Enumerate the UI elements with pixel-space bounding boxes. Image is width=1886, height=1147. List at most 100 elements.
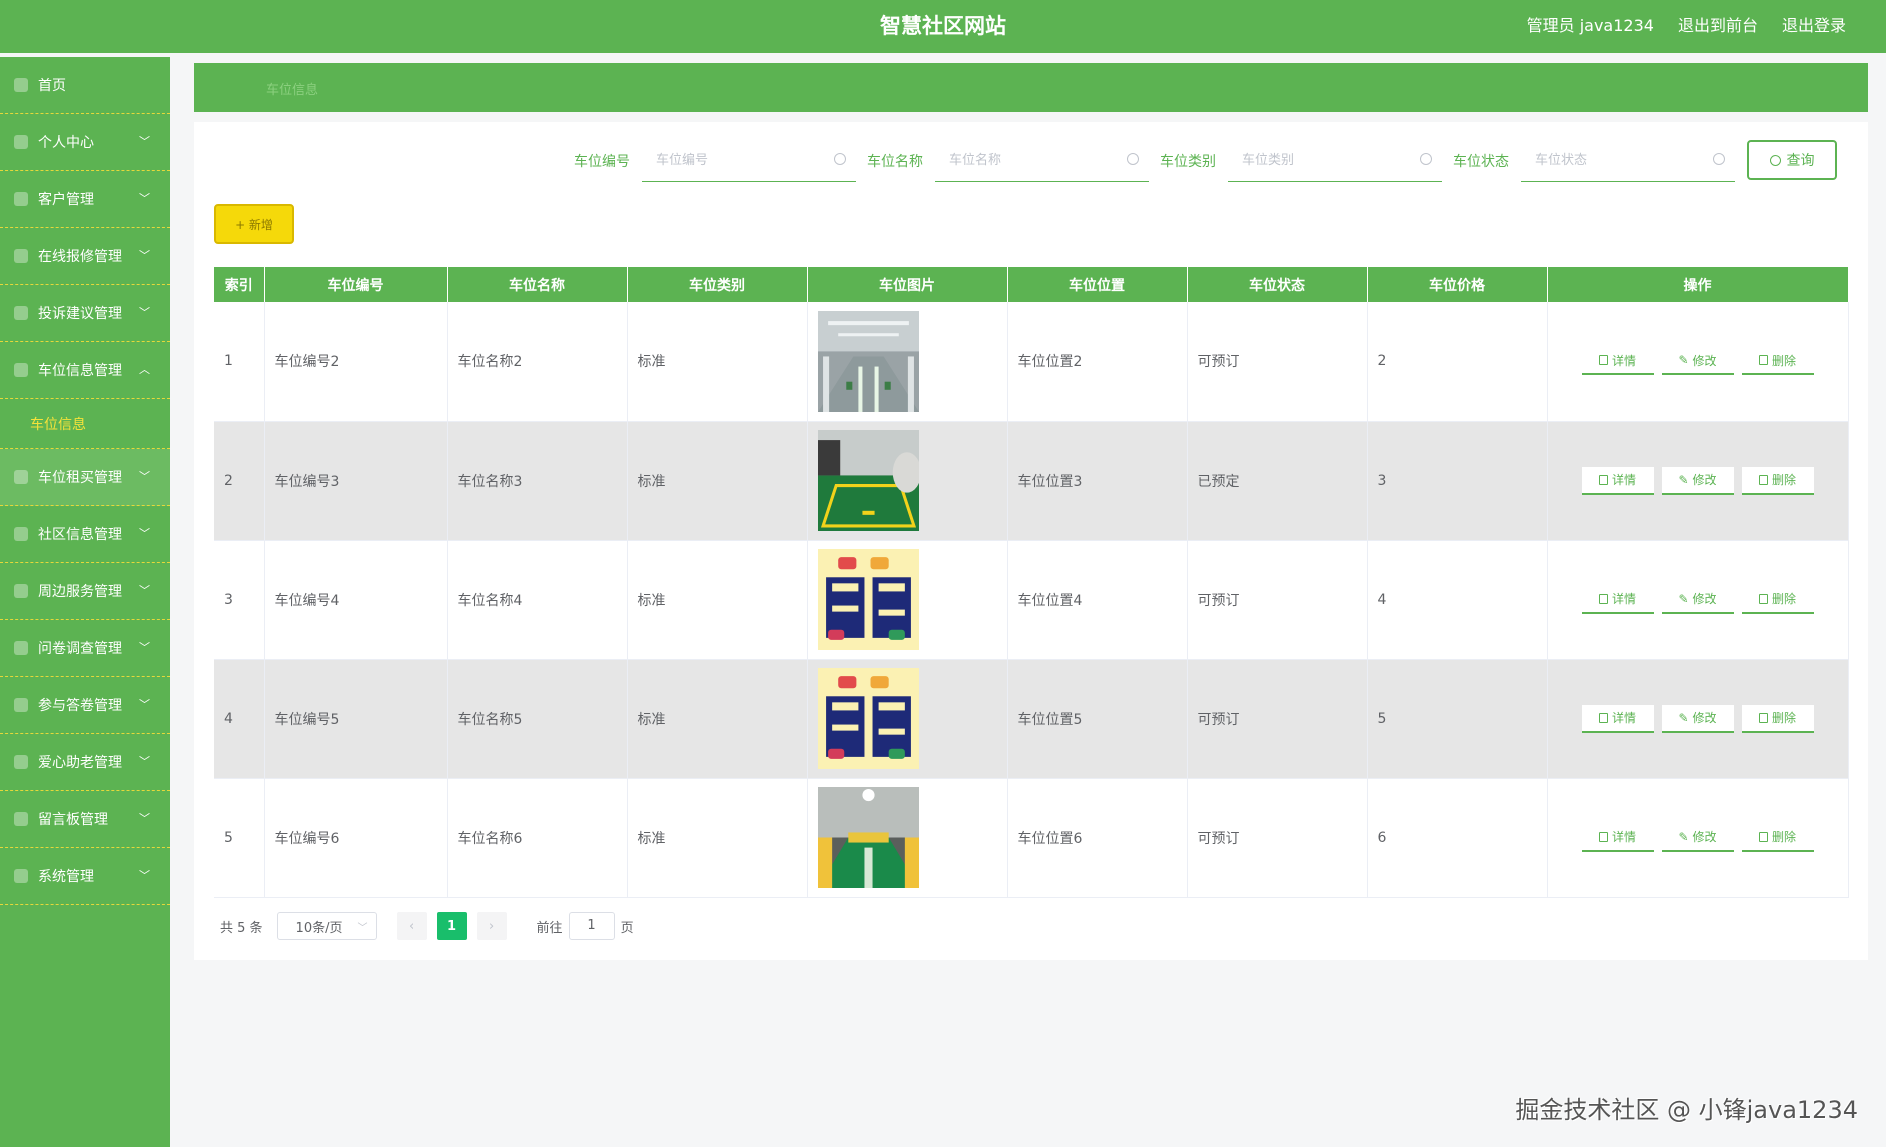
sidebar-item-service[interactable]: 周边服务管理 ﹀ bbox=[0, 563, 170, 620]
cell-name: 车位名称3 bbox=[447, 421, 628, 541]
edit-button[interactable]: ✎ 修改 bbox=[1661, 347, 1734, 376]
pencil-icon: ✎ bbox=[1678, 472, 1689, 487]
cell-status: 可预订 bbox=[1187, 778, 1368, 898]
chevron-down-icon: ﹀ bbox=[139, 641, 150, 654]
sidebar-item-label: 社区信息管理 bbox=[38, 527, 122, 543]
goto-label: 前往 bbox=[536, 920, 563, 936]
admin-label: 管理员 java1234 bbox=[1526, 16, 1654, 35]
cell-type: 标准 bbox=[627, 421, 808, 541]
cell-index: 2 bbox=[214, 421, 265, 541]
detail-button[interactable]: 详情 bbox=[1581, 824, 1654, 852]
sidebar-item-answer[interactable]: 参与答卷管理 ﹀ bbox=[0, 677, 170, 734]
home-icon bbox=[14, 78, 28, 92]
delete-button[interactable]: 删除 bbox=[1741, 466, 1814, 495]
chevron-down-icon: ﹀ bbox=[139, 869, 150, 882]
sidebar-item-personal[interactable]: 个人中心 ﹀ bbox=[0, 114, 170, 171]
complaint-icon bbox=[14, 306, 28, 320]
sidebar-item-label: 个人中心 bbox=[38, 135, 94, 151]
chevron-left-icon: ‹ bbox=[408, 918, 415, 934]
detail-button[interactable]: 详情 bbox=[1581, 466, 1654, 495]
sidebar-item-system[interactable]: 系统管理 ﹀ bbox=[0, 848, 170, 905]
watermark-text: 掘金技术社区 @ 小锋java1234 bbox=[1515, 1096, 1858, 1124]
chevron-down-icon: ﹀ bbox=[139, 698, 150, 711]
edit-button[interactable]: ✎ 修改 bbox=[1661, 586, 1734, 614]
logout-link[interactable]: 退出登录 bbox=[1782, 12, 1846, 36]
green-parking-spot-image bbox=[817, 430, 919, 531]
sidebar-item-repair[interactable]: 在线报修管理 ﹀ bbox=[0, 228, 170, 285]
sidebar-item-complaint[interactable]: 投诉建议管理 ﹀ bbox=[0, 285, 170, 342]
row-actions: 详情 ✎ 修改 删除 bbox=[1558, 824, 1848, 852]
cell-code: 车位编号4 bbox=[264, 540, 448, 660]
delete-button[interactable]: 删除 bbox=[1741, 704, 1814, 733]
query-button[interactable]: 查询 bbox=[1747, 140, 1837, 180]
detail-button[interactable]: 详情 bbox=[1581, 586, 1654, 614]
edit-button[interactable]: ✎ 修改 bbox=[1661, 704, 1734, 733]
delete-button[interactable]: 删除 bbox=[1741, 824, 1814, 852]
column-header: 车位名称 bbox=[447, 267, 628, 302]
exit-to-front-link[interactable]: 退出到前台 bbox=[1678, 12, 1758, 36]
detail-label: 详情 bbox=[1611, 353, 1636, 368]
delete-button[interactable]: 删除 bbox=[1741, 347, 1814, 376]
chevron-down-icon: ﹀ bbox=[139, 470, 150, 483]
parking-poster-image bbox=[817, 668, 919, 769]
sidebar-subitem-parking-info[interactable]: 车位信息 bbox=[0, 399, 170, 449]
edit-button[interactable]: ✎ 修改 bbox=[1661, 824, 1734, 852]
prev-page-button[interactable]: ‹ bbox=[396, 912, 427, 940]
pencil-icon: ✎ bbox=[1678, 353, 1689, 368]
pencil-icon: ✎ bbox=[1678, 710, 1689, 725]
sidebar-item-home[interactable]: 首页 bbox=[0, 57, 170, 114]
cell-image bbox=[807, 302, 1008, 422]
column-header: 车位类别 bbox=[627, 267, 808, 302]
sidebar-item-message[interactable]: 留言板管理 ﹀ bbox=[0, 791, 170, 848]
chevron-down-icon: ﹀ bbox=[139, 192, 150, 205]
repair-icon bbox=[14, 249, 28, 263]
row-actions: 详情 ✎ 修改 删除 bbox=[1558, 586, 1848, 614]
survey-icon bbox=[14, 641, 28, 655]
cell-status: 可预订 bbox=[1187, 659, 1368, 779]
detail-button[interactable]: 详情 bbox=[1581, 704, 1654, 733]
cell-position: 车位位置6 bbox=[1007, 778, 1188, 898]
cell-position: 车位位置4 bbox=[1007, 540, 1188, 660]
delete-label: 删除 bbox=[1771, 711, 1796, 725]
row-actions: 详情 ✎ 修改 删除 bbox=[1558, 347, 1848, 376]
column-header: 车位状态 bbox=[1187, 267, 1368, 302]
search-label: 车位编号 bbox=[574, 154, 630, 170]
edit-label: 修改 bbox=[1692, 473, 1717, 487]
search-input-name[interactable] bbox=[935, 140, 1115, 180]
page-size-select[interactable]: 10条/页 ﹀ bbox=[276, 912, 377, 940]
page-suffix-label: 页 bbox=[620, 920, 634, 936]
search-icon bbox=[1769, 154, 1781, 166]
cell-actions: 详情 ✎ 修改 删除 bbox=[1547, 540, 1849, 660]
sidebar-item-community[interactable]: 社区信息管理 ﹀ bbox=[0, 506, 170, 563]
trash-icon bbox=[1758, 593, 1768, 604]
delete-button[interactable]: 删除 bbox=[1741, 586, 1814, 614]
search-input-type[interactable] bbox=[1228, 140, 1408, 180]
sidebar-item-survey[interactable]: 问卷调查管理 ﹀ bbox=[0, 620, 170, 677]
chevron-down-icon: ﹀ bbox=[139, 755, 150, 768]
sidebar-item-customer[interactable]: 客户管理 ﹀ bbox=[0, 171, 170, 228]
search-input-code[interactable] bbox=[642, 140, 822, 180]
next-page-button[interactable]: › bbox=[476, 912, 507, 940]
sidebar-item-elderly[interactable]: 爱心助老管理 ﹀ bbox=[0, 734, 170, 791]
header-actions: 管理员 java1234 退出到前台 退出登录 bbox=[1527, 12, 1846, 36]
sidebar-item-rent[interactable]: 车位租买管理 ﹀ bbox=[0, 449, 170, 506]
table-row: 1 车位编号2 车位名称2 标准 车位位置2 可预订 2 详情 ✎ 修改 删除 bbox=[214, 302, 1849, 422]
green-floor-garage-image bbox=[817, 787, 919, 888]
parking-icon bbox=[14, 363, 28, 377]
cell-image bbox=[807, 421, 1008, 541]
table-row: 5 车位编号6 车位名称6 标准 车位位置6 可预订 6 详情 ✎ 修改 删除 bbox=[214, 778, 1849, 898]
sidebar-item-parking[interactable]: 车位信息管理 ︿ bbox=[0, 342, 170, 399]
message-icon bbox=[14, 812, 28, 826]
sidebar: 首页 个人中心 ﹀ 客户管理 ﹀ 在线报修管理 ﹀ 投诉建议管理 ﹀ 车位信息管… bbox=[0, 57, 170, 1147]
table-row: 4 车位编号5 车位名称5 标准 车位位置5 可预订 5 详情 ✎ 修改 删除 bbox=[214, 659, 1849, 779]
search-input-status[interactable] bbox=[1521, 140, 1701, 180]
goto-page-input[interactable]: 1 bbox=[568, 912, 615, 940]
page-number-current[interactable]: 1 bbox=[436, 912, 467, 940]
add-button[interactable]: + 新增 bbox=[214, 204, 294, 244]
sidebar-item-label: 投诉建议管理 bbox=[38, 306, 122, 322]
chevron-down-icon: ﹀ bbox=[139, 812, 150, 825]
detail-button[interactable]: 详情 bbox=[1581, 347, 1654, 376]
row-actions: 详情 ✎ 修改 删除 bbox=[1558, 704, 1848, 733]
edit-label: 修改 bbox=[1692, 711, 1717, 725]
edit-button[interactable]: ✎ 修改 bbox=[1661, 466, 1734, 495]
